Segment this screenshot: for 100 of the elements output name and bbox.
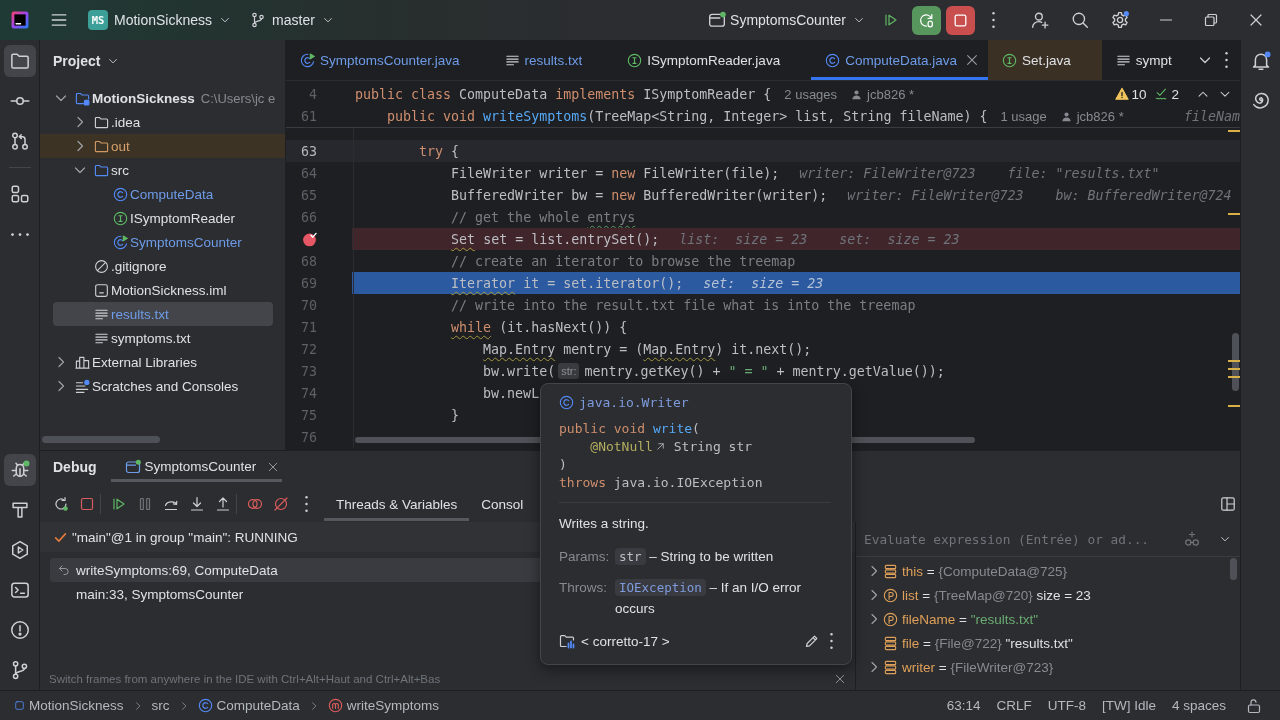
breakpoint-icon[interactable] xyxy=(302,231,317,247)
app-logo-icon[interactable] xyxy=(11,11,29,29)
open-project-dropdown[interactable]: MotionSickness xyxy=(114,12,232,28)
tree-item[interactable]: symptoms.txt xyxy=(53,326,273,350)
tree-item[interactable]: results.txt xyxy=(53,302,273,326)
slashed-circle-icon[interactable] xyxy=(273,496,289,512)
class-icon xyxy=(825,52,841,68)
status-item[interactable]: UTF-8 xyxy=(1039,698,1094,713)
status-item[interactable]: CRLF xyxy=(988,698,1040,713)
warning-count[interactable]: 10 xyxy=(1131,86,1147,102)
variable-row[interactable]: file = {File@722} "results.txt" xyxy=(856,631,1240,655)
menu-icon[interactable] xyxy=(50,11,68,29)
restore-icon[interactable] xyxy=(1203,12,1219,28)
tree-item[interactable]: SymptomsCounter xyxy=(53,230,273,254)
add-user-icon[interactable] xyxy=(1031,11,1049,29)
split-panel-icon[interactable] xyxy=(1220,496,1236,512)
lock-icon[interactable] xyxy=(1246,697,1262,714)
status-item[interactable]: [TW] Idle xyxy=(1093,698,1164,713)
close-icon[interactable] xyxy=(964,53,979,67)
status-item[interactable]: 4 spaces xyxy=(1163,698,1234,713)
project-tool-button[interactable] xyxy=(3,45,36,77)
more-icon[interactable] xyxy=(992,12,995,28)
tree-item[interactable]: src xyxy=(53,158,273,182)
editor-tab[interactable]: results.txt xyxy=(490,40,614,80)
code-text: bw.write( xyxy=(483,363,556,379)
tree-item[interactable]: Scratches and Consoles xyxy=(53,374,273,398)
more-icon[interactable] xyxy=(1225,52,1228,68)
variable-row[interactable]: list = {TreeMap@720} size = 23 xyxy=(856,583,1240,607)
debug-session-tab[interactable]: SymptomsCounter xyxy=(110,451,283,482)
library-name[interactable]: < corretto-17 > xyxy=(581,633,670,649)
branch-selector[interactable]: master xyxy=(272,12,334,28)
variable-row[interactable]: writer = {FileWriter@723} xyxy=(856,655,1240,679)
tree-item[interactable]: .idea xyxy=(53,110,273,134)
glasses-plus-icon[interactable] xyxy=(1184,531,1200,547)
warning-marker[interactable] xyxy=(1228,360,1240,362)
runnable-class-icon xyxy=(113,234,128,250)
bar-play-icon[interactable] xyxy=(883,12,899,28)
author-hint: jcb826 * xyxy=(1076,108,1124,124)
tree-item[interactable]: out xyxy=(40,134,285,158)
more-icon[interactable] xyxy=(830,633,833,650)
inline-value-hint: writer: FileWriter@723 bw: BufferedWriter@724 xyxy=(847,187,1232,203)
usages-link[interactable]: 2 usages xyxy=(784,86,838,102)
close-icon[interactable] xyxy=(267,460,280,473)
code-text: ) xyxy=(559,457,567,473)
horizontal-scrollbar[interactable] xyxy=(42,436,160,443)
breadcrumb[interactable]: MotionSickness xyxy=(10,698,128,713)
tree-item[interactable]: MotionSickness.iml xyxy=(53,278,273,302)
warning-marker[interactable] xyxy=(1228,213,1240,215)
status-item[interactable]: 63:14 xyxy=(938,698,989,713)
search-icon[interactable] xyxy=(1071,11,1089,29)
warning-marker[interactable] xyxy=(1228,376,1240,378)
annotation-link[interactable]: @NotNull xyxy=(590,439,666,455)
line-number: 74 xyxy=(300,385,317,401)
tree-item[interactable]: External Libraries xyxy=(53,350,273,374)
code-text: bw.newL xyxy=(483,385,540,401)
tree-item[interactable]: MotionSickness C:\Users\jc e xyxy=(53,86,273,110)
usages-link[interactable]: 1 usage xyxy=(1000,108,1047,124)
tree-item[interactable]: ISymptomReader xyxy=(53,206,273,230)
editor-tab[interactable]: sympt xyxy=(1101,40,1197,80)
more-icon[interactable] xyxy=(305,496,308,512)
variable-row[interactable]: fileName = "results.txt" xyxy=(856,607,1240,631)
breadcrumb[interactable]: src xyxy=(147,698,174,713)
bar-play-icon[interactable] xyxy=(111,496,127,512)
interface-icon xyxy=(1001,52,1017,68)
debug-button[interactable] xyxy=(912,5,941,35)
editor-tab[interactable]: SymptomsCounter.java xyxy=(286,40,491,80)
tree-item[interactable]: .gitignore xyxy=(53,254,273,278)
two-circles-icon[interactable] xyxy=(247,496,263,512)
folder-icon xyxy=(9,51,30,71)
warning-marker[interactable] xyxy=(1228,368,1240,370)
editor-tab[interactable]: Set.java xyxy=(987,40,1102,80)
close-icon[interactable] xyxy=(834,673,846,685)
breadcrumb[interactable]: writeSymptoms xyxy=(323,698,444,713)
variable-row[interactable]: this = {ComputeData@725} xyxy=(856,559,1240,583)
up-arrow-icon[interactable] xyxy=(215,496,231,512)
close-icon[interactable] xyxy=(1248,12,1264,28)
panel-tab[interactable]: Consol xyxy=(469,492,524,521)
pencil-icon[interactable] xyxy=(804,633,820,650)
spiral-icon[interactable] xyxy=(1250,90,1271,110)
run-configuration-selector[interactable]: SymptomsCounter xyxy=(730,12,865,28)
more-icon xyxy=(10,232,29,236)
warning-marker[interactable] xyxy=(1228,130,1240,132)
evaluate-expression-field[interactable]: Evaluate expression (Entrée) or ad... xyxy=(858,527,1170,551)
settings-icon[interactable] xyxy=(1111,11,1129,29)
debug-tool-button[interactable] xyxy=(3,454,36,486)
bell-icon[interactable] xyxy=(1250,51,1271,71)
tree-item[interactable]: ComputeData xyxy=(53,182,273,206)
down-arrow-icon[interactable] xyxy=(189,496,205,512)
typo-count[interactable]: 2 xyxy=(1171,86,1179,102)
view-selector[interactable]: Project xyxy=(53,52,120,69)
stop-icon[interactable] xyxy=(79,496,95,512)
vertical-scrollbar[interactable] xyxy=(1230,558,1237,580)
exception-link[interactable]: IOException xyxy=(615,578,706,596)
editor-tab[interactable]: ISymptomReader.java xyxy=(613,40,812,80)
circular-arrow-icon[interactable] xyxy=(53,496,69,512)
stop-button[interactable] xyxy=(946,5,975,35)
warning-marker[interactable] xyxy=(1228,405,1240,407)
warning-icon[interactable] xyxy=(1115,87,1130,101)
class-name-link[interactable]: java.io.Writer xyxy=(579,394,689,410)
breadcrumb[interactable]: ComputeData xyxy=(193,698,304,713)
